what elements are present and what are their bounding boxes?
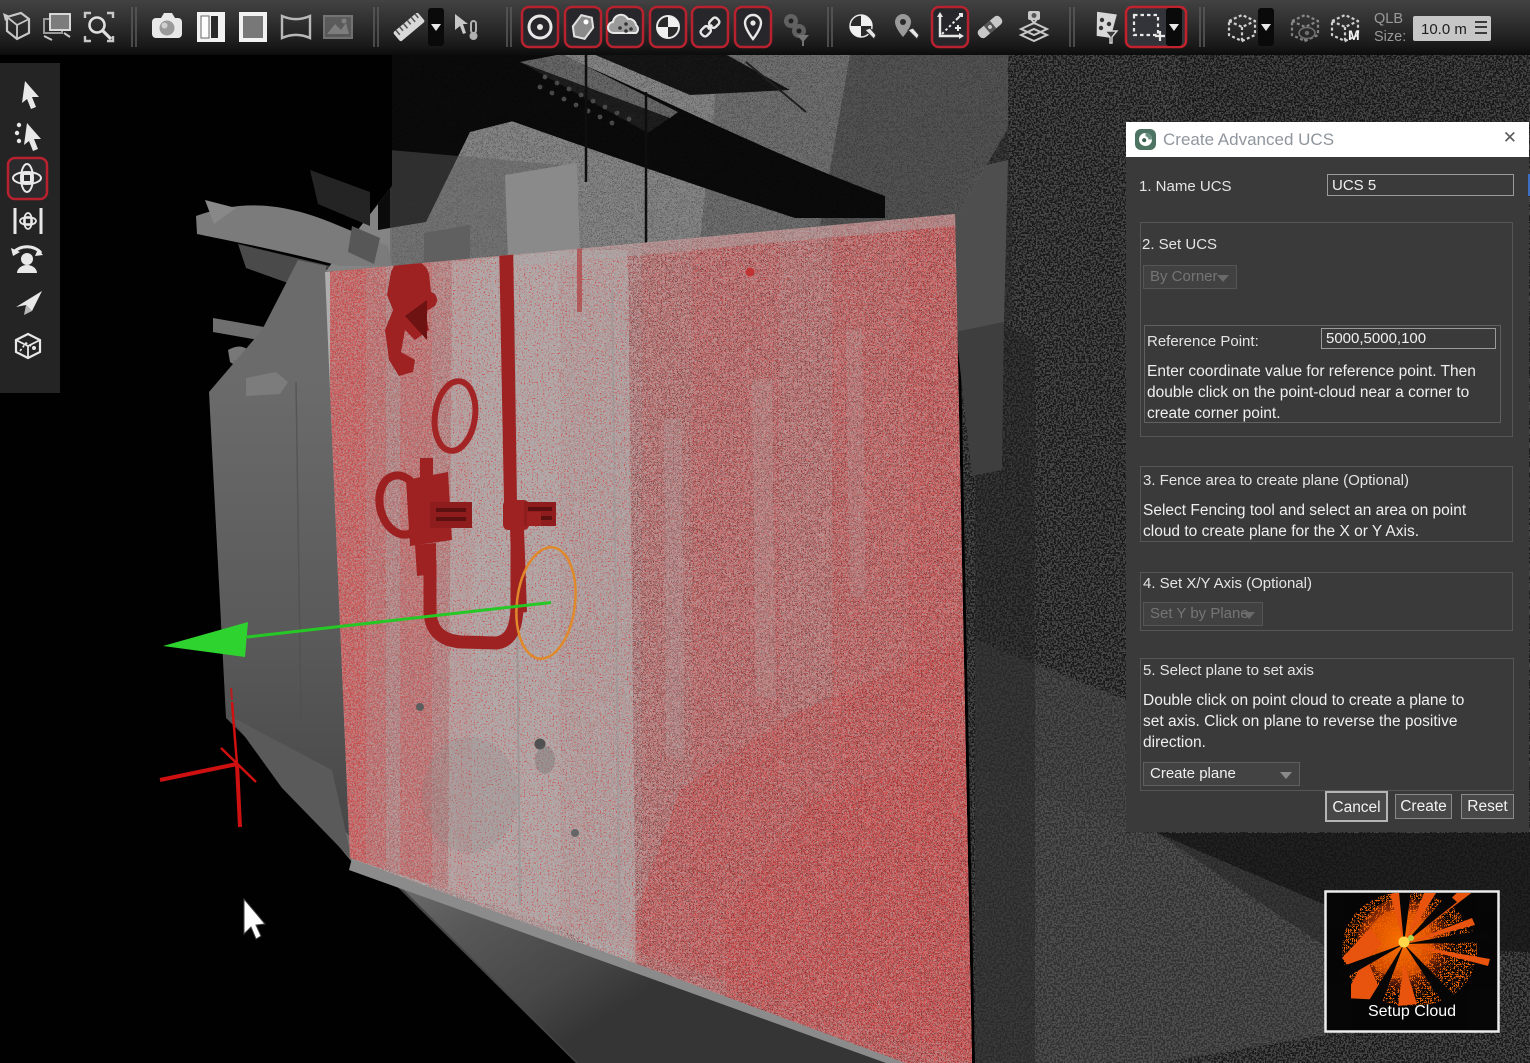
- svg-text:QLB: QLB: [1374, 11, 1403, 27]
- svg-text:Setup Cloud: Setup Cloud: [1368, 1003, 1456, 1020]
- svg-text:Size:: Size:: [1374, 29, 1406, 45]
- svg-text:M: M: [1348, 27, 1360, 43]
- svg-text:10.0 m: 10.0 m: [1421, 21, 1467, 38]
